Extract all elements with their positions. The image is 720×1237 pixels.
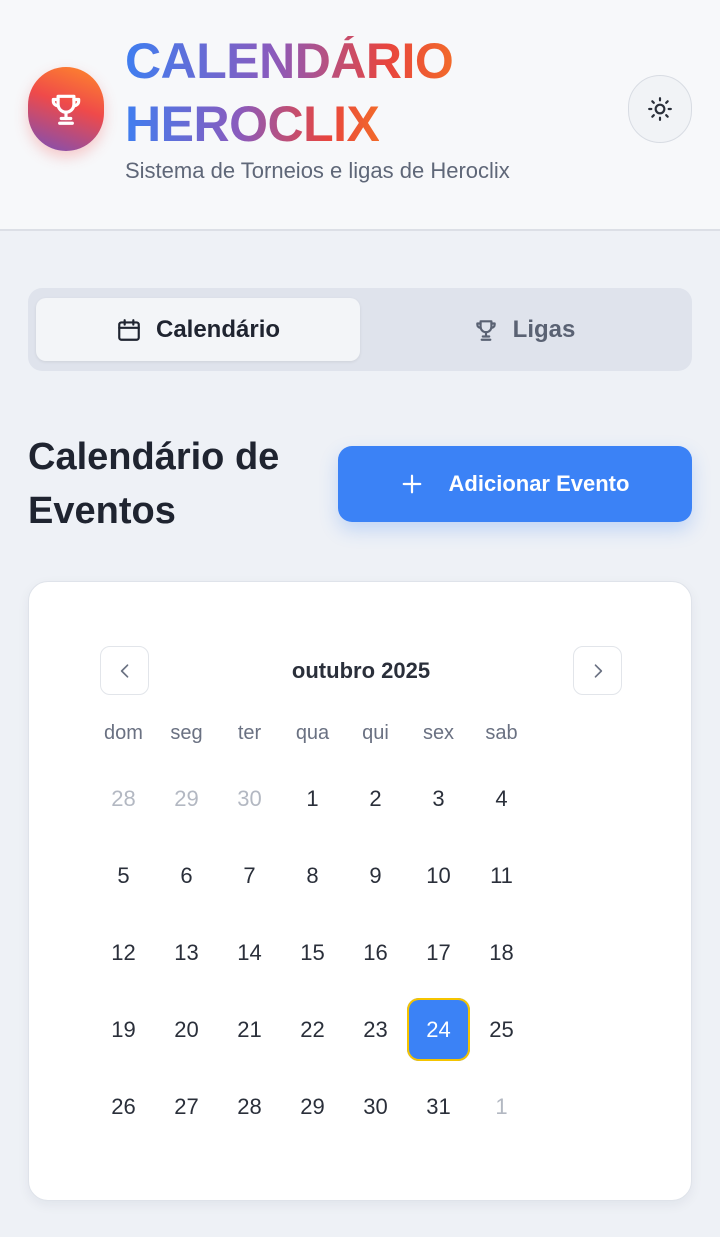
next-month-button[interactable] — [573, 646, 622, 695]
calendar-day[interactable]: 30 — [344, 1075, 407, 1138]
calendar-day[interactable]: 19 — [92, 998, 155, 1061]
calendar-week-row: 5 6 7 8 9 10 11 — [92, 844, 533, 921]
trophy-icon — [475, 319, 496, 341]
calendar-day[interactable]: 23 — [344, 998, 407, 1061]
calendar-day[interactable]: 18 — [470, 921, 533, 984]
calendar-day[interactable]: 17 — [407, 921, 470, 984]
calendar-day[interactable]: 14 — [218, 921, 281, 984]
weekday-header: dom seg ter qua qui sex sab — [92, 722, 533, 745]
calendar-day[interactable]: 10 — [407, 844, 470, 907]
calendar-week-row: 12 13 14 15 16 17 18 — [92, 921, 533, 998]
tab-calendario-label: Calendário — [155, 315, 281, 343]
calendar-week-row: 26 27 28 29 30 31 1 — [92, 1075, 533, 1152]
trophy-icon — [51, 94, 81, 125]
app-title-line-1: CALENDÁRIO — [125, 33, 454, 89]
plus-icon — [402, 474, 421, 494]
calendar-day[interactable]: 9 — [344, 844, 407, 907]
calendar-card: outubro 2025 dom seg ter qua qui sex sab 28 29 3… — [28, 581, 692, 1201]
theme-toggle-button[interactable] — [628, 75, 692, 143]
calendar-day[interactable]: 29 — [281, 1075, 344, 1138]
tab-ligas[interactable]: Ligas — [362, 298, 686, 361]
app-header: CALENDÁRIO HEROCLIX Sistema de Torneios … — [0, 0, 720, 231]
weekday-label: sex — [422, 722, 455, 744]
calendar-day[interactable]: 7 — [218, 844, 281, 907]
add-event-label: Adicionar Evento — [448, 471, 630, 496]
tab-calendario[interactable]: Calendário — [36, 298, 360, 361]
calendar-day[interactable]: 26 — [92, 1075, 155, 1138]
calendar-icon — [118, 318, 140, 341]
calendar-day[interactable]: 30 — [218, 767, 281, 830]
calendar-day[interactable]: 25 — [470, 998, 533, 1061]
tab-ligas-label: Ligas — [512, 315, 576, 343]
calendar-day[interactable]: 1 — [281, 767, 344, 830]
calendar-day[interactable]: 6 — [155, 844, 218, 907]
calendar-day[interactable]: 28 — [92, 767, 155, 830]
weekday-label: qua — [295, 722, 330, 744]
calendar-day[interactable]: 11 — [470, 844, 533, 907]
calendar-grid: 28 29 30 1 2 3 4 5 6 7 8 9 10 11 12 13 14 15 16 17 18 19 20 21 2… — [92, 767, 533, 1152]
app-title-line-2: HEROCLIX — [125, 96, 380, 152]
calendar-day[interactable]: 29 — [155, 767, 218, 830]
calendar-day[interactable]: 28 — [218, 1075, 281, 1138]
calendar-day[interactable]: 27 — [155, 1075, 218, 1138]
calendar-day[interactable]: 1 — [470, 1075, 533, 1138]
calendar-day[interactable]: 13 — [155, 921, 218, 984]
weekday-label: ter — [237, 722, 262, 744]
calendar-day[interactable]: 20 — [155, 998, 218, 1061]
calendar-day-selected[interactable]: 24 — [407, 998, 470, 1061]
calendar-day[interactable]: 8 — [281, 844, 344, 907]
calendar-day[interactable]: 12 — [92, 921, 155, 984]
weekday-label: seg — [170, 722, 203, 744]
sun-icon — [648, 97, 672, 121]
weekday-label: dom — [104, 722, 143, 744]
app-subtitle: Sistema de Torneios e ligas de Heroclix — [125, 158, 510, 183]
app-logo — [28, 67, 104, 151]
calendar-day[interactable]: 5 — [92, 844, 155, 907]
calendar-day[interactable]: 2 — [344, 767, 407, 830]
weekday-label: qui — [362, 722, 389, 744]
add-event-button[interactable]: Adicionar Evento — [338, 446, 692, 522]
weekday-label: sab — [485, 722, 518, 744]
calendar-day[interactable]: 15 — [281, 921, 344, 984]
calendar-day[interactable]: 21 — [218, 998, 281, 1061]
chevron-right-icon — [594, 663, 602, 678]
calendar-week-row: 28 29 30 1 2 3 4 — [92, 767, 533, 844]
main-tabs: Calendário Ligas — [28, 288, 692, 371]
calendar-week-row: 19 20 21 22 23 24 25 — [92, 998, 533, 1075]
calendar-day[interactable]: 16 — [344, 921, 407, 984]
calendar-day[interactable]: 3 — [407, 767, 470, 830]
page-title: Calendário de Eventos — [28, 436, 280, 532]
calendar-day[interactable]: 4 — [470, 767, 533, 830]
calendar-day[interactable]: 22 — [281, 998, 344, 1061]
calendar-day[interactable]: 31 — [407, 1075, 470, 1138]
